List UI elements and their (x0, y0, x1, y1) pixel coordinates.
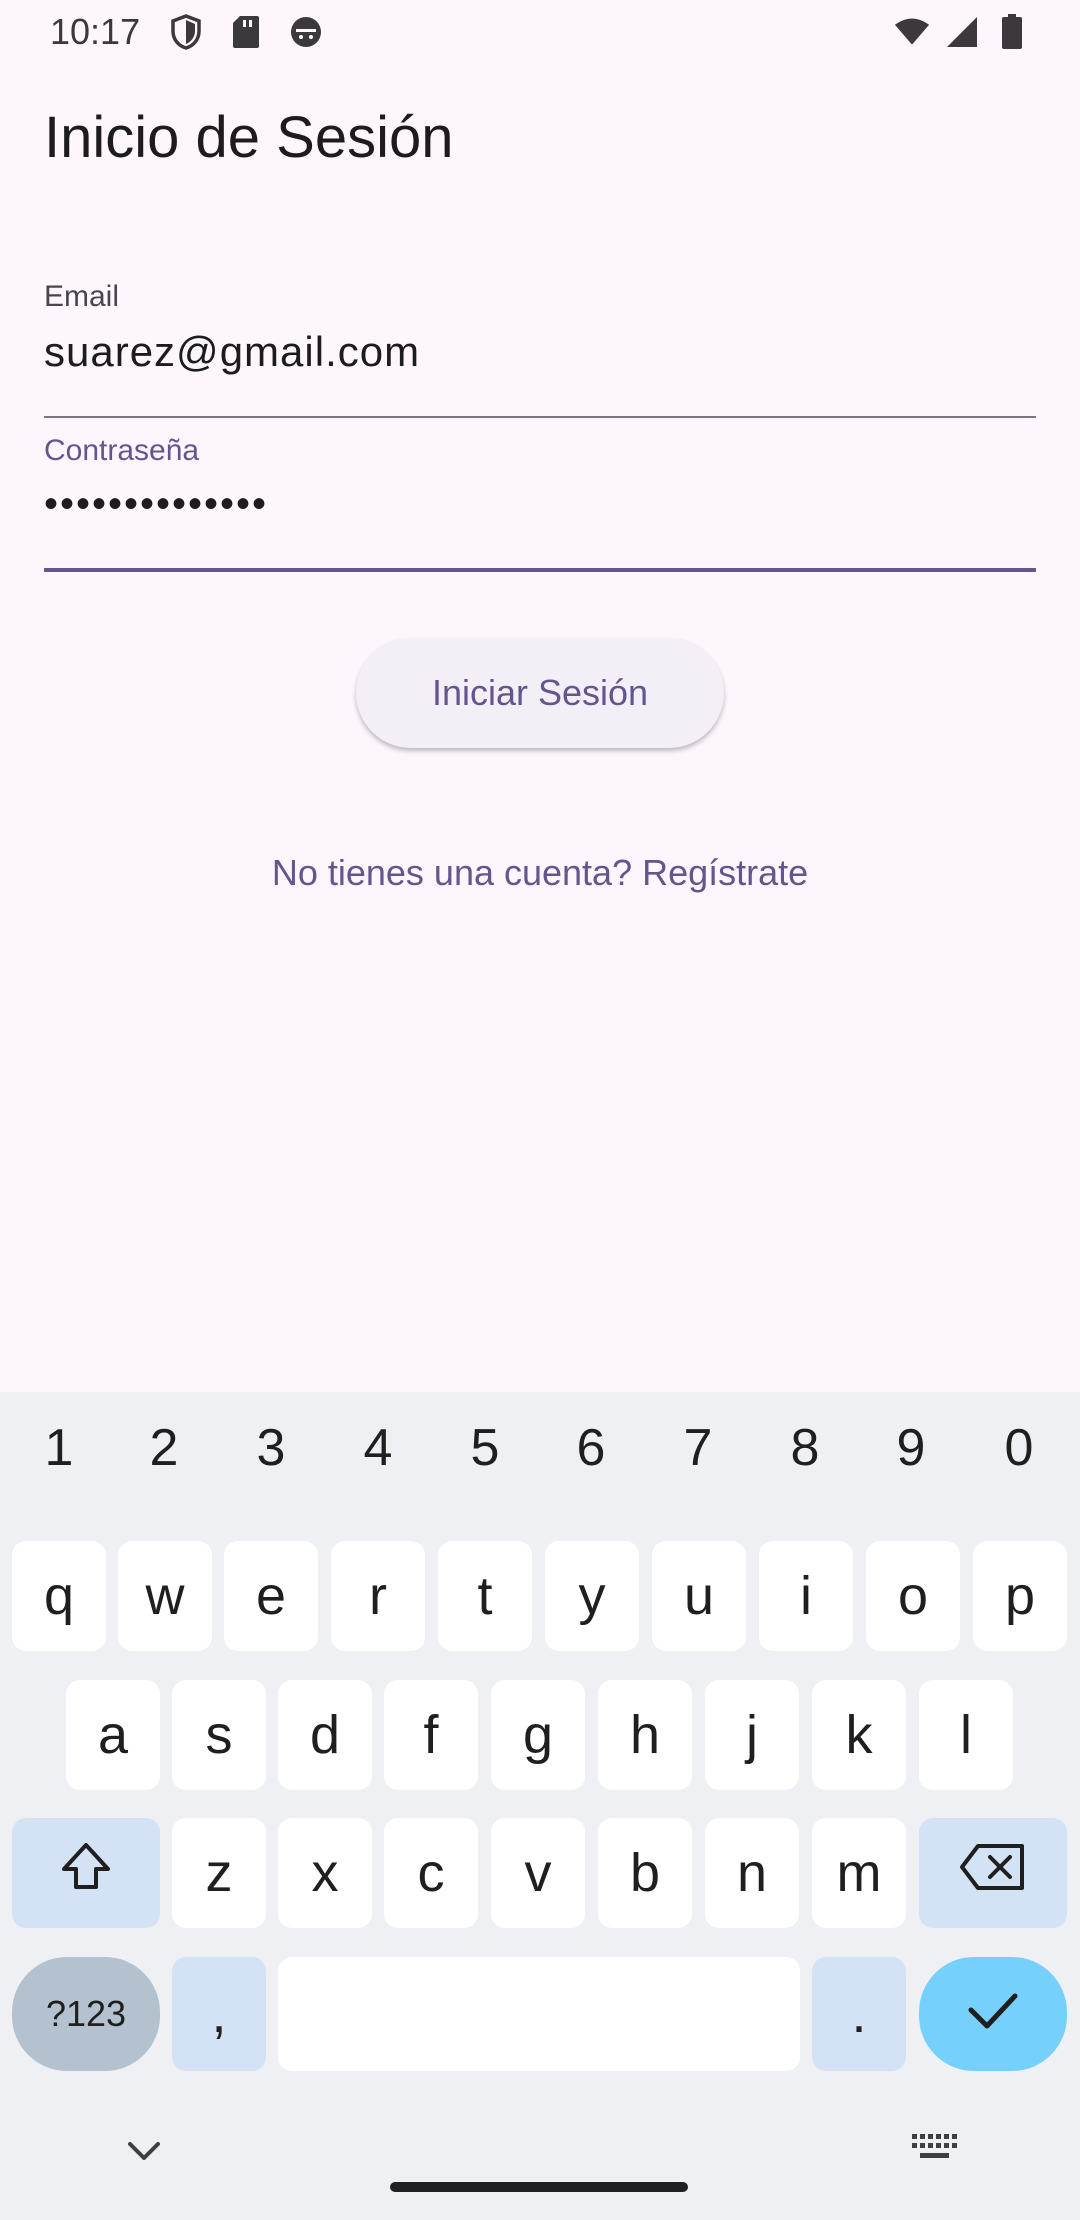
key-i[interactable]: i (759, 1541, 853, 1651)
password-label: Contraseña (44, 434, 200, 467)
key-m[interactable]: m (812, 1818, 906, 1928)
keyboard-bottom-bar (0, 2098, 1080, 2220)
password-underline (44, 568, 1036, 572)
email-underline (44, 416, 1036, 418)
shift-key[interactable] (12, 1818, 160, 1928)
key-3[interactable]: 3 (231, 1418, 311, 1478)
enter-check-icon (965, 1983, 1021, 2045)
key-r[interactable]: r (331, 1541, 425, 1651)
android-icon (288, 14, 324, 50)
password-field[interactable]: Contraseña •••••••••••••• (44, 434, 1036, 572)
key-w[interactable]: w (118, 1541, 212, 1651)
home-gesture-bar[interactable] (390, 2182, 688, 2192)
key-a[interactable]: a (66, 1680, 160, 1790)
email-field[interactable]: Email suarez@gmail.com (44, 280, 1036, 418)
key-v[interactable]: v (491, 1818, 585, 1928)
backspace-icon (958, 1842, 1028, 1905)
wifi-icon (894, 14, 930, 50)
key-z[interactable]: z (172, 1818, 266, 1928)
shift-icon (58, 1839, 114, 1908)
key-k[interactable]: k (812, 1680, 906, 1790)
key-h[interactable]: h (598, 1680, 692, 1790)
hide-keyboard-icon[interactable] (124, 2136, 164, 2169)
battery-icon (994, 14, 1030, 50)
email-label: Email (44, 280, 120, 313)
key-u[interactable]: u (652, 1541, 746, 1651)
keyboard-switch-icon[interactable] (910, 2132, 958, 2169)
key-d[interactable]: d (278, 1680, 372, 1790)
symbols-key[interactable]: ?123 (12, 1957, 160, 2071)
status-time: 10:17 (50, 11, 141, 52)
comma-key[interactable]: , (172, 1957, 266, 2071)
sd-card-icon (228, 14, 264, 50)
key-n[interactable]: n (705, 1818, 799, 1928)
password-input[interactable]: •••••••••••••• (44, 482, 1036, 527)
key-1[interactable]: 1 (19, 1418, 99, 1478)
key-g[interactable]: g (491, 1680, 585, 1790)
enter-key[interactable] (919, 1957, 1067, 2071)
key-f[interactable]: f (384, 1680, 478, 1790)
backspace-key[interactable] (919, 1818, 1067, 1928)
shield-icon (168, 14, 204, 50)
status-bar: 10:17 (0, 0, 1080, 64)
space-key[interactable] (278, 1957, 800, 2071)
key-6[interactable]: 6 (551, 1418, 631, 1478)
number-row: 1 2 3 4 5 6 7 8 9 0 (0, 1418, 1080, 1488)
key-b[interactable]: b (598, 1818, 692, 1928)
key-0[interactable]: 0 (979, 1418, 1059, 1478)
key-l[interactable]: l (919, 1680, 1013, 1790)
key-j[interactable]: j (705, 1680, 799, 1790)
login-button[interactable]: Iniciar Sesión (356, 638, 724, 748)
key-c[interactable]: c (384, 1818, 478, 1928)
key-y[interactable]: y (545, 1541, 639, 1651)
key-4[interactable]: 4 (338, 1418, 418, 1478)
email-input[interactable]: suarez@gmail.com (44, 328, 1036, 376)
key-o[interactable]: o (866, 1541, 960, 1651)
key-e[interactable]: e (224, 1541, 318, 1651)
page-title: Inicio de Sesión (44, 105, 454, 170)
key-9[interactable]: 9 (871, 1418, 951, 1478)
key-x[interactable]: x (278, 1818, 372, 1928)
soft-keyboard: 1 2 3 4 5 6 7 8 9 0 q w e r t y u i o p … (0, 1392, 1080, 2220)
key-7[interactable]: 7 (658, 1418, 738, 1478)
key-5[interactable]: 5 (445, 1418, 525, 1478)
key-8[interactable]: 8 (765, 1418, 845, 1478)
period-key[interactable]: . (812, 1957, 906, 2071)
key-t[interactable]: t (438, 1541, 532, 1651)
key-q[interactable]: q (12, 1541, 106, 1651)
login-screen: 10:17 Inicio de Sesión Email suarez@gmai… (0, 0, 1080, 2220)
key-s[interactable]: s (172, 1680, 266, 1790)
register-link[interactable]: No tienes una cuenta? Regístrate (0, 852, 1080, 894)
key-2[interactable]: 2 (124, 1418, 204, 1478)
signal-icon (944, 14, 980, 50)
key-p[interactable]: p (973, 1541, 1067, 1651)
